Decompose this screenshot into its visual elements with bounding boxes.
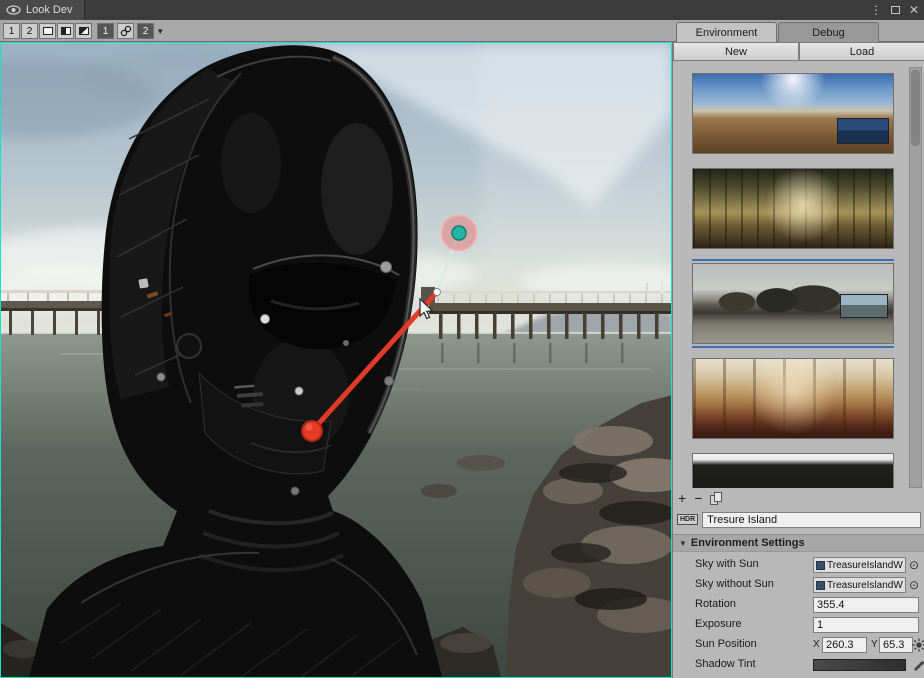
maximize-icon[interactable] xyxy=(891,6,900,14)
zone-view-button[interactable] xyxy=(75,23,92,39)
exposure-label: Exposure xyxy=(695,618,741,630)
sky-with-sun-field[interactable]: TreasureIslandWh xyxy=(813,557,906,573)
env-thumbnail-treasure-island-selected[interactable] xyxy=(692,263,894,344)
hdr-badge: HDR xyxy=(677,514,698,525)
row-shadow-tint: Shadow Tint xyxy=(673,655,924,675)
library-actions: New Load xyxy=(673,42,924,61)
close-icon[interactable]: ✕ xyxy=(909,3,919,17)
environment-name-field[interactable]: Tresure Island xyxy=(702,512,921,528)
row-sky-with-sun: Sky with Sun TreasureIslandWh ⊙ xyxy=(673,555,924,575)
environment-settings-header[interactable]: ▼ Environment Settings xyxy=(673,534,924,552)
sky-without-sun-field[interactable]: TreasureIslandWh xyxy=(813,577,906,593)
new-button[interactable]: New xyxy=(673,42,799,61)
lookdev-window: Look Dev ⋮ ✕ 1 2 1 2 ▾ Environment Debug xyxy=(0,0,924,678)
window-title: Look Dev xyxy=(26,4,72,16)
environment-name-row: HDR Tresure Island xyxy=(677,511,921,528)
env-thumbnail-ballroom-interior[interactable] xyxy=(692,358,894,439)
env-thumbnail-dark-night[interactable] xyxy=(692,453,894,488)
link-environments-button[interactable] xyxy=(117,23,134,39)
shadow-tint-label: Shadow Tint xyxy=(695,658,756,670)
sky-with-sun-value: TreasureIslandWh xyxy=(827,560,903,571)
row-rotation: Rotation 355.4 xyxy=(673,595,924,615)
add-environment-button[interactable]: + xyxy=(678,491,686,505)
env-thumbnail-sunny-sky-desert[interactable] xyxy=(692,73,894,154)
load-button[interactable]: Load xyxy=(799,42,924,61)
sun-position-label: Sun Position xyxy=(695,638,757,650)
gizmo-mid-handle[interactable] xyxy=(434,289,441,296)
row-sky-without-sun: Sky without Sun TreasureIslandWh ⊙ xyxy=(673,575,924,595)
split-view-button[interactable] xyxy=(57,23,74,39)
sun-pick-icon[interactable] xyxy=(912,638,924,652)
title-bar: Look Dev ⋮ ✕ xyxy=(0,0,924,20)
kebab-menu-icon[interactable]: ⋮ xyxy=(870,3,882,17)
sun-handle[interactable] xyxy=(302,421,322,441)
duplicate-environment-icon[interactable] xyxy=(710,492,723,505)
texture-icon xyxy=(816,561,825,570)
sky-with-sun-label: Sky with Sun xyxy=(695,558,759,570)
view-mode-2-button[interactable]: 2 xyxy=(21,23,38,39)
env-thumbnail-forest[interactable] xyxy=(692,168,894,249)
eyedropper-icon[interactable] xyxy=(912,658,924,671)
sun-x-label: X xyxy=(813,639,820,650)
split-view-icon xyxy=(61,27,71,35)
zone-view-icon xyxy=(79,27,89,35)
link-icon xyxy=(120,25,132,37)
shadow-tint-swatch[interactable] xyxy=(813,659,906,671)
view-mode-1-button[interactable]: 1 xyxy=(3,23,20,39)
list-controls: + − xyxy=(678,489,723,507)
tab-environment[interactable]: Environment xyxy=(676,22,777,42)
sun-handle-highlight xyxy=(306,424,313,431)
env-thumbnail-inset xyxy=(840,294,888,318)
environment-1-button[interactable]: 1 xyxy=(97,23,114,39)
thumbnail-scrollbar[interactable] xyxy=(909,67,922,488)
gizmo-top-handle[interactable] xyxy=(452,226,466,240)
sun-x-field[interactable]: 260.3 xyxy=(822,637,867,653)
environment-panel: New Load + − HDR Tresure Island ▼ Enviro… xyxy=(672,42,924,678)
environment-thumbnail-list xyxy=(692,67,894,488)
texture-icon xyxy=(816,581,825,590)
eye-icon xyxy=(6,5,21,15)
remove-environment-button[interactable]: − xyxy=(694,491,702,505)
row-sun-position: Sun Position X 260.3 Y 65.3 xyxy=(673,635,924,655)
rotation-field[interactable]: 355.4 xyxy=(813,597,919,613)
side-by-side-icon xyxy=(43,27,53,35)
environment-2-button[interactable]: 2 xyxy=(137,23,154,39)
sun-y-label: Y xyxy=(871,639,878,650)
sun-y-field[interactable]: 65.3 xyxy=(879,637,913,653)
lookdev-render[interactable] xyxy=(1,43,671,677)
tab-debug[interactable]: Debug xyxy=(778,22,879,42)
scrollbar-thumb[interactable] xyxy=(911,70,920,146)
render-viewport[interactable] xyxy=(0,42,672,678)
object-picker-icon[interactable]: ⊙ xyxy=(909,577,919,593)
row-exposure: Exposure 1 xyxy=(673,615,924,635)
object-picker-icon[interactable]: ⊙ xyxy=(909,557,919,573)
env-thumbnail-inset xyxy=(837,118,889,144)
window-controls: ⋮ ✕ xyxy=(870,0,919,20)
environment-settings-title: Environment Settings xyxy=(691,537,805,549)
window-tab-lookdev[interactable]: Look Dev xyxy=(0,0,85,20)
side-by-side-view-button[interactable] xyxy=(39,23,56,39)
lookdev-toolbar: 1 2 1 2 ▾ Environment Debug xyxy=(0,20,924,42)
sky-without-sun-label: Sky without Sun xyxy=(695,578,774,590)
rotation-label: Rotation xyxy=(695,598,736,610)
sky-without-sun-value: TreasureIslandWh xyxy=(827,580,903,591)
exposure-field[interactable]: 1 xyxy=(813,617,919,633)
foldout-icon[interactable]: ▼ xyxy=(679,539,687,548)
toolbar-dropdown-icon[interactable]: ▾ xyxy=(158,26,163,37)
